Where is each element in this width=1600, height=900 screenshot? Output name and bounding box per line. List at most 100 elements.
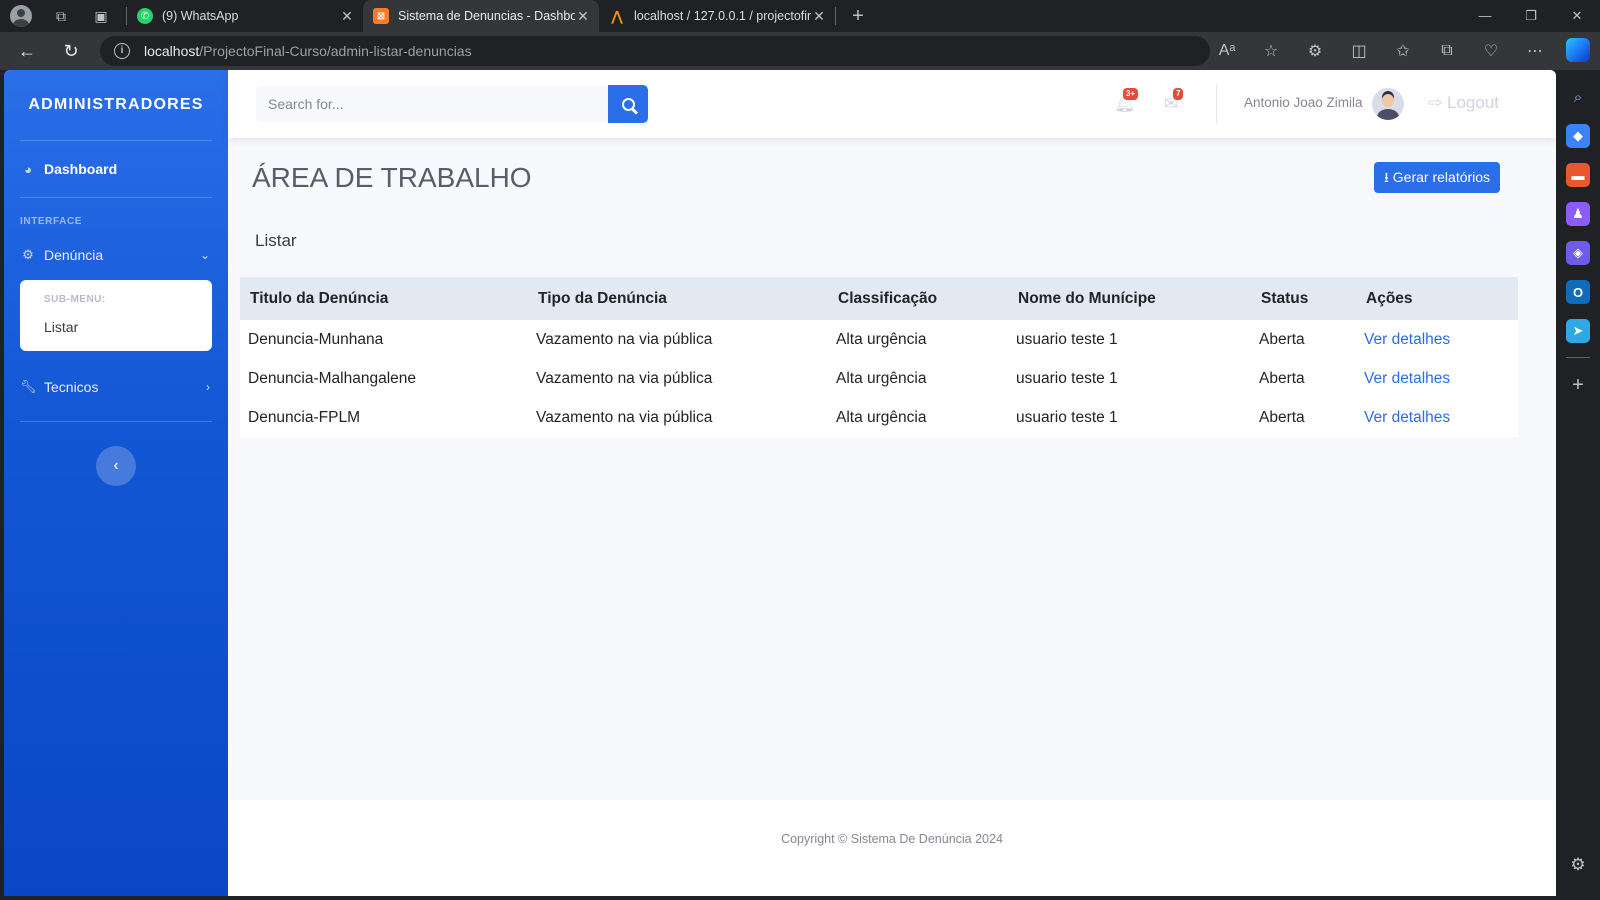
cell-title: Denuncia-Malhangalene [248,369,417,387]
whatsapp-icon: ✆ [137,8,153,24]
tools-briefcase-icon[interactable]: ▬ [1566,163,1590,187]
cell-status: Aberta [1259,369,1305,387]
sidebar-divider [20,421,212,422]
alerts-bell-icon[interactable]: 🔔︎ 3+ [1114,88,1139,114]
view-details-link[interactable]: Ver detalhes [1356,320,1518,359]
settings-gear-icon[interactable]: ⚙ [1566,853,1590,877]
sidebar-item-dashboard[interactable]: ◕ Dashboard [4,141,228,197]
shopping-tag-icon[interactable]: ◆ [1566,124,1590,148]
cell-classification: Alta urgência [836,330,927,348]
more-menu-icon[interactable]: ⋯ [1513,41,1557,61]
sidebar-item-denuncia[interactable]: ⚙ Denúncia ⌄ [4,234,228,276]
close-tab-icon[interactable]: ✕ [339,8,355,25]
close-tab-icon[interactable]: ✕ [575,8,591,25]
games-icon[interactable]: ♟ [1566,202,1590,226]
new-tab-icon[interactable]: + [846,5,870,28]
page-footer: Copyright © Sistema De Denúncia 2024 [228,800,1556,896]
wrench-icon: 🔧︎ [20,379,37,394]
chevron-right-icon: › [206,380,210,394]
submenu-heading: SUB-MENU: [44,294,106,305]
avatar[interactable] [1372,88,1404,120]
browser-tab-phpmyadmin[interactable]: ⋀ localhost / 127.0.0.1 / projectofin ✕ [599,0,835,32]
search-button[interactable] [608,85,648,123]
copilot-m365-icon[interactable]: ◈ [1566,241,1590,265]
tab-separator [835,7,836,25]
sidebar-item-label: Dashboard [44,161,118,177]
column-header-actions: Ações [1356,277,1518,320]
view-details-link[interactable]: Ver detalhes [1356,398,1518,437]
complaints-table: Titulo da Denúncia Tipo da Denúncia Clas… [240,277,1518,437]
window-controls: — ❐ ✕ [1462,0,1600,32]
close-window-icon[interactable]: ✕ [1554,0,1600,32]
favorite-star-icon[interactable]: ☆ [1249,41,1293,61]
user-name[interactable]: Antonio Joao Zimila [1244,95,1363,110]
search-form: Search for... [256,85,648,123]
workspaces-icon[interactable]: ⧉ [50,5,72,27]
cog-icon: ⚙ [22,247,34,262]
alerts-count-badge: 3+ [1123,88,1139,100]
profile-icon[interactable] [10,5,32,27]
sidebar-brand[interactable]: ADMINISTRADORES [4,70,228,140]
messages-envelope-icon[interactable]: ✉ 7 [1164,88,1184,114]
outlook-icon[interactable]: O [1566,280,1590,304]
cell-type: Vazamento na via pública [536,408,713,426]
cell-title: Denuncia-FPLM [248,408,360,426]
section-title: Listar [255,231,297,250]
logout-link[interactable]: ⇨ Logout [1428,93,1499,113]
cell-citizen: usuario teste 1 [1016,408,1118,426]
cell-citizen: usuario teste 1 [1016,330,1118,348]
view-details-link[interactable]: Ver detalhes [1356,359,1518,398]
complaints-table-card: Titulo da Denúncia Tipo da Denúncia Clas… [240,277,1518,437]
site-info-icon[interactable]: i [114,43,130,59]
page-title: ÁREA DE TRABALHO [252,162,532,193]
back-icon[interactable]: ← [10,41,44,62]
table-row: Denuncia-Malhangalene Vazamento na via p… [240,359,1518,398]
phpmyadmin-icon: ⋀ [611,7,623,24]
search-icon[interactable]: ⌕ [1566,85,1590,109]
collections-icon[interactable]: ⧉ [1425,42,1469,60]
tab-title: Sistema de Denuncias - Dashboa [398,9,575,23]
performance-icon[interactable]: ♡ [1469,41,1513,61]
topbar: Search for... 🔔︎ 3+ ✉ 7 Antonio Joao Zim… [228,70,1556,138]
browser-tab-dashboard[interactable]: ⊠ Sistema de Denuncias - Dashboa ✕ [363,0,599,32]
copyright-text: Copyright © Sistema De Denúncia 2024 [781,832,1003,846]
main-content: Search for... 🔔︎ 3+ ✉ 7 Antonio Joao Zim… [228,70,1556,896]
generate-reports-button[interactable]: ⭳ Gerar relatórios [1374,162,1501,193]
favorites-icon[interactable]: ✩ [1381,41,1425,61]
topbar-divider [1216,84,1217,124]
cell-type: Vazamento na via pública [536,369,713,387]
column-header-title: Titulo da Denúncia [240,277,528,320]
address-input[interactable]: i localhost /ProjectoFinal-Curso/admin-l… [100,36,1210,66]
download-icon: ⭳ [1384,169,1389,185]
cell-title: Denuncia-Munhana [248,330,384,348]
browser-tab-bar: ⧉ ▣ ✆ (9) WhatsApp ✕ ⊠ Sistema de Denunc… [0,0,1600,32]
sign-out-icon: ⇨ [1428,93,1443,112]
column-header-citizen: Nome do Munícipe [1008,277,1251,320]
minimize-icon[interactable]: — [1462,0,1508,32]
submenu-item-listar[interactable]: Listar [20,305,212,339]
restore-icon[interactable]: ❐ [1508,0,1554,32]
column-header-classification: Classificação [828,277,1008,320]
sidebar-item-tecnicos[interactable]: 🔧︎ Tecnicos › [4,367,228,407]
button-label: Gerar relatórios [1392,169,1491,185]
search-icon [621,97,635,111]
send-icon[interactable]: ➤ [1566,319,1590,343]
dashboard-gauge-icon: ◕ [24,161,32,177]
xampp-icon: ⊠ [373,8,389,24]
reload-icon[interactable]: ↻ [54,41,88,62]
browser-tab-whatsapp[interactable]: ✆ (9) WhatsApp ✕ [127,0,363,32]
add-icon[interactable]: + [1566,373,1590,397]
split-screen-icon[interactable]: ◫ [1337,41,1381,61]
read-aloud-icon[interactable]: Aᵃ [1205,42,1249,60]
tab-title: localhost / 127.0.0.1 / projectofin [634,9,811,23]
copilot-icon[interactable] [1566,38,1590,62]
search-input[interactable]: Search for... [256,85,608,123]
close-tab-icon[interactable]: ✕ [811,8,827,25]
tab-actions-icon[interactable]: ▣ [90,5,112,27]
sidebar-item-label: Denúncia [44,247,104,263]
sidebar-toggle-button[interactable]: ‹ [96,446,136,486]
cell-type: Vazamento na via pública [536,330,713,348]
extensions-icon[interactable]: ⚙ [1293,41,1337,61]
address-toolbar: ← ↻ i localhost /ProjectoFinal-Curso/adm… [0,32,1600,70]
cell-classification: Alta urgência [836,408,927,426]
